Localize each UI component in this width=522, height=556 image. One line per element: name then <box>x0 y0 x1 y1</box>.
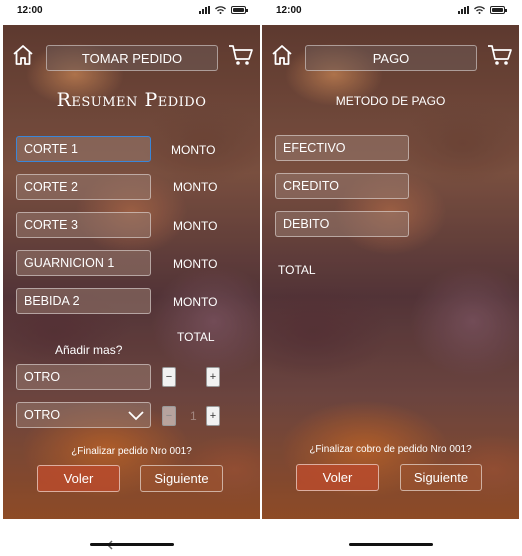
back-button[interactable]: Voler <box>296 464 379 491</box>
decrement-button[interactable]: − <box>162 406 176 426</box>
back-button[interactable]: Voler <box>37 465 120 492</box>
page-title-button[interactable]: TOMAR PEDIDO <box>46 45 218 71</box>
next-button[interactable]: Siguiente <box>140 465 223 492</box>
status-bar: 12:00 <box>262 0 519 25</box>
finalize-question: ¿Finalizar cobro de pedido Nro 001? <box>309 444 472 455</box>
decrement-button[interactable]: − <box>162 367 176 387</box>
item-field-bebida-2[interactable]: BEBIDA 2 <box>16 288 151 314</box>
home-icon[interactable] <box>270 43 294 67</box>
home-indicator[interactable] <box>89 543 174 546</box>
home-indicator[interactable] <box>348 543 433 546</box>
item-field-guarnicion-1[interactable]: GUARNICION 1 <box>16 250 151 276</box>
screen-content: TOMAR PEDIDO Resumen Pedido CORTE 1 MONT… <box>3 25 260 519</box>
payment-option-efectivo[interactable]: EFECTIVO <box>275 135 409 161</box>
item-field-corte-2[interactable]: CORTE 2 <box>16 174 151 200</box>
item-amount: MONTO <box>173 180 218 194</box>
page-heading: Resumen Pedido <box>56 89 207 111</box>
item-field-corte-3[interactable]: CORTE 3 <box>16 212 151 238</box>
increment-button[interactable]: + <box>206 367 220 387</box>
payment-option-debito[interactable]: DEBITO <box>275 211 409 237</box>
home-icon[interactable] <box>11 43 35 67</box>
total-label: TOTAL <box>177 330 215 344</box>
page-title-button[interactable]: PAGO <box>305 45 477 71</box>
chevron-down-icon <box>128 411 144 421</box>
item-amount: MONTO <box>173 257 218 271</box>
add-more-label: Añadir mas? <box>55 343 123 357</box>
battery-icon <box>231 6 248 14</box>
status-icons <box>199 6 248 14</box>
payment-option-credito[interactable]: CREDITO <box>275 173 409 199</box>
status-time: 12:00 <box>17 5 43 16</box>
extra-item-select-value: OTRO <box>24 408 61 422</box>
item-amount: MONTO <box>173 219 218 233</box>
status-bar: 12:00 <box>3 0 260 25</box>
status-time: 12:00 <box>276 5 302 16</box>
next-button[interactable]: Siguiente <box>400 464 482 491</box>
cart-icon[interactable] <box>228 43 254 67</box>
item-field-corte-1[interactable]: CORTE 1 <box>16 136 151 162</box>
item-amount: MONTO <box>173 295 218 309</box>
total-label: TOTAL <box>278 263 316 277</box>
cart-icon[interactable] <box>487 43 513 67</box>
extra-item-field[interactable]: OTRO <box>16 364 151 390</box>
wifi-icon <box>215 6 226 14</box>
payment-screen: 12:00 PAGO METODO DE PAGO EFECTIVO CREDI… <box>262 0 519 556</box>
signal-icon <box>458 6 469 14</box>
battery-icon <box>490 6 507 14</box>
wifi-icon <box>474 6 485 14</box>
extra-item-select[interactable]: OTRO <box>16 402 151 428</box>
screen-content: PAGO METODO DE PAGO EFECTIVO CREDITO DEB… <box>262 25 519 519</box>
quantity-value: 1 <box>190 409 197 423</box>
status-icons <box>458 6 507 14</box>
finalize-question: ¿Finalizar pedido Nro 001? <box>71 446 192 457</box>
page-heading: METODO DE PAGO <box>335 94 446 108</box>
increment-button[interactable]: + <box>206 406 220 426</box>
signal-icon <box>199 6 210 14</box>
order-summary-screen: 12:00 TOMAR PEDIDO Resumen Pedido CORTE … <box>3 0 260 556</box>
item-amount: MONTO <box>171 143 216 157</box>
